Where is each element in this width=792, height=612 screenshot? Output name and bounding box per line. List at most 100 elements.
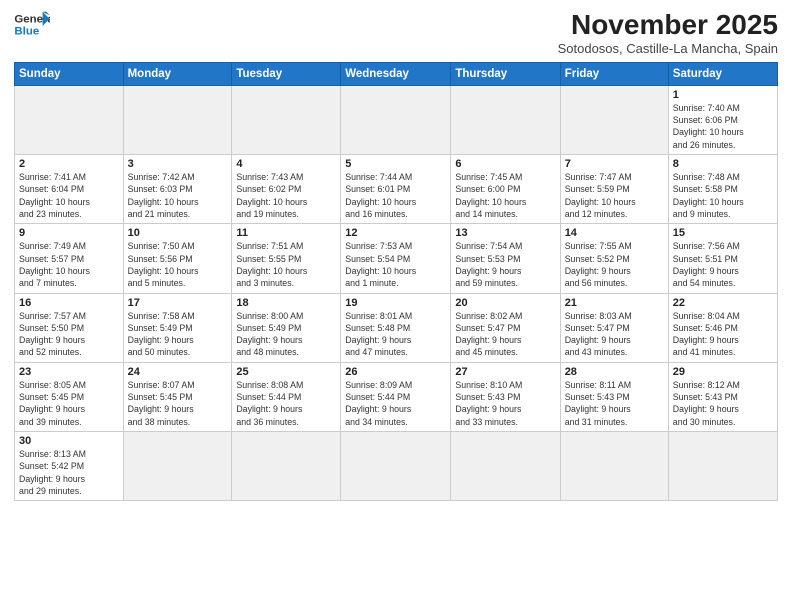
day-number: 11 (236, 227, 336, 239)
day-info: Sunrise: 7:54 AM Sunset: 5:53 PM Dayligh… (455, 240, 555, 289)
calendar-day-cell: 4Sunrise: 7:43 AM Sunset: 6:02 PM Daylig… (232, 155, 341, 224)
calendar-day-cell: 17Sunrise: 7:58 AM Sunset: 5:49 PM Dayli… (123, 293, 232, 362)
day-number: 14 (565, 227, 664, 239)
calendar-week-row: 1Sunrise: 7:40 AM Sunset: 6:06 PM Daylig… (15, 85, 778, 154)
day-info: Sunrise: 8:12 AM Sunset: 5:43 PM Dayligh… (673, 379, 773, 428)
day-number: 22 (673, 297, 773, 309)
calendar-day-cell (560, 432, 668, 501)
weekday-header-row: SundayMondayTuesdayWednesdayThursdayFrid… (15, 62, 778, 85)
calendar-day-cell: 14Sunrise: 7:55 AM Sunset: 5:52 PM Dayli… (560, 224, 668, 293)
calendar-day-cell: 27Sunrise: 8:10 AM Sunset: 5:43 PM Dayli… (451, 362, 560, 431)
calendar-day-cell: 10Sunrise: 7:50 AM Sunset: 5:56 PM Dayli… (123, 224, 232, 293)
calendar-day-cell (560, 85, 668, 154)
calendar-day-cell: 12Sunrise: 7:53 AM Sunset: 5:54 PM Dayli… (341, 224, 451, 293)
day-number: 16 (19, 297, 119, 309)
day-number: 9 (19, 227, 119, 239)
calendar-day-cell: 11Sunrise: 7:51 AM Sunset: 5:55 PM Dayli… (232, 224, 341, 293)
day-info: Sunrise: 7:43 AM Sunset: 6:02 PM Dayligh… (236, 171, 336, 220)
calendar-day-cell (341, 432, 451, 501)
day-info: Sunrise: 7:55 AM Sunset: 5:52 PM Dayligh… (565, 240, 664, 289)
day-info: Sunrise: 8:10 AM Sunset: 5:43 PM Dayligh… (455, 379, 555, 428)
day-number: 8 (673, 158, 773, 170)
day-number: 21 (565, 297, 664, 309)
calendar-day-cell (123, 85, 232, 154)
weekday-header-thursday: Thursday (451, 62, 560, 85)
calendar-day-cell: 29Sunrise: 8:12 AM Sunset: 5:43 PM Dayli… (668, 362, 777, 431)
day-number: 23 (19, 366, 119, 378)
day-info: Sunrise: 7:40 AM Sunset: 6:06 PM Dayligh… (673, 102, 773, 151)
calendar-day-cell: 28Sunrise: 8:11 AM Sunset: 5:43 PM Dayli… (560, 362, 668, 431)
day-info: Sunrise: 8:13 AM Sunset: 5:42 PM Dayligh… (19, 448, 119, 497)
calendar-day-cell: 6Sunrise: 7:45 AM Sunset: 6:00 PM Daylig… (451, 155, 560, 224)
day-info: Sunrise: 8:01 AM Sunset: 5:48 PM Dayligh… (345, 310, 446, 359)
day-info: Sunrise: 7:47 AM Sunset: 5:59 PM Dayligh… (565, 171, 664, 220)
calendar-day-cell: 5Sunrise: 7:44 AM Sunset: 6:01 PM Daylig… (341, 155, 451, 224)
calendar-week-row: 16Sunrise: 7:57 AM Sunset: 5:50 PM Dayli… (15, 293, 778, 362)
calendar-day-cell: 24Sunrise: 8:07 AM Sunset: 5:45 PM Dayli… (123, 362, 232, 431)
day-info: Sunrise: 7:51 AM Sunset: 5:55 PM Dayligh… (236, 240, 336, 289)
day-number: 30 (19, 435, 119, 447)
calendar-day-cell: 21Sunrise: 8:03 AM Sunset: 5:47 PM Dayli… (560, 293, 668, 362)
calendar-day-cell: 3Sunrise: 7:42 AM Sunset: 6:03 PM Daylig… (123, 155, 232, 224)
location-subtitle: Sotodosos, Castille-La Mancha, Spain (558, 41, 778, 56)
weekday-header-monday: Monday (123, 62, 232, 85)
day-number: 4 (236, 158, 336, 170)
calendar-day-cell: 15Sunrise: 7:56 AM Sunset: 5:51 PM Dayli… (668, 224, 777, 293)
calendar-day-cell (15, 85, 124, 154)
calendar-day-cell (123, 432, 232, 501)
day-info: Sunrise: 7:50 AM Sunset: 5:56 PM Dayligh… (128, 240, 228, 289)
day-info: Sunrise: 8:09 AM Sunset: 5:44 PM Dayligh… (345, 379, 446, 428)
calendar-day-cell (451, 85, 560, 154)
day-info: Sunrise: 7:41 AM Sunset: 6:04 PM Dayligh… (19, 171, 119, 220)
day-info: Sunrise: 7:42 AM Sunset: 6:03 PM Dayligh… (128, 171, 228, 220)
day-info: Sunrise: 8:08 AM Sunset: 5:44 PM Dayligh… (236, 379, 336, 428)
day-number: 17 (128, 297, 228, 309)
day-number: 27 (455, 366, 555, 378)
calendar-day-cell: 26Sunrise: 8:09 AM Sunset: 5:44 PM Dayli… (341, 362, 451, 431)
day-info: Sunrise: 7:48 AM Sunset: 5:58 PM Dayligh… (673, 171, 773, 220)
day-number: 18 (236, 297, 336, 309)
calendar-day-cell: 30Sunrise: 8:13 AM Sunset: 5:42 PM Dayli… (15, 432, 124, 501)
day-number: 29 (673, 366, 773, 378)
weekday-header-sunday: Sunday (15, 62, 124, 85)
calendar-day-cell: 19Sunrise: 8:01 AM Sunset: 5:48 PM Dayli… (341, 293, 451, 362)
calendar-week-row: 9Sunrise: 7:49 AM Sunset: 5:57 PM Daylig… (15, 224, 778, 293)
calendar-day-cell: 9Sunrise: 7:49 AM Sunset: 5:57 PM Daylig… (15, 224, 124, 293)
day-number: 24 (128, 366, 228, 378)
day-number: 20 (455, 297, 555, 309)
calendar-day-cell: 1Sunrise: 7:40 AM Sunset: 6:06 PM Daylig… (668, 85, 777, 154)
day-number: 1 (673, 89, 773, 101)
title-block: November 2025 Sotodosos, Castille-La Man… (558, 10, 778, 56)
day-number: 7 (565, 158, 664, 170)
day-number: 19 (345, 297, 446, 309)
calendar-day-cell: 18Sunrise: 8:00 AM Sunset: 5:49 PM Dayli… (232, 293, 341, 362)
weekday-header-friday: Friday (560, 62, 668, 85)
day-number: 12 (345, 227, 446, 239)
calendar-day-cell: 22Sunrise: 8:04 AM Sunset: 5:46 PM Dayli… (668, 293, 777, 362)
calendar-week-row: 23Sunrise: 8:05 AM Sunset: 5:45 PM Dayli… (15, 362, 778, 431)
day-number: 28 (565, 366, 664, 378)
weekday-header-wednesday: Wednesday (341, 62, 451, 85)
day-number: 6 (455, 158, 555, 170)
day-info: Sunrise: 8:11 AM Sunset: 5:43 PM Dayligh… (565, 379, 664, 428)
day-info: Sunrise: 8:00 AM Sunset: 5:49 PM Dayligh… (236, 310, 336, 359)
calendar-week-row: 30Sunrise: 8:13 AM Sunset: 5:42 PM Dayli… (15, 432, 778, 501)
day-info: Sunrise: 8:03 AM Sunset: 5:47 PM Dayligh… (565, 310, 664, 359)
calendar-day-cell (232, 432, 341, 501)
svg-text:Blue: Blue (14, 26, 39, 38)
calendar-day-cell: 23Sunrise: 8:05 AM Sunset: 5:45 PM Dayli… (15, 362, 124, 431)
calendar-day-cell (232, 85, 341, 154)
calendar-day-cell: 16Sunrise: 7:57 AM Sunset: 5:50 PM Dayli… (15, 293, 124, 362)
day-info: Sunrise: 7:44 AM Sunset: 6:01 PM Dayligh… (345, 171, 446, 220)
calendar-day-cell: 2Sunrise: 7:41 AM Sunset: 6:04 PM Daylig… (15, 155, 124, 224)
day-info: Sunrise: 8:07 AM Sunset: 5:45 PM Dayligh… (128, 379, 228, 428)
day-number: 13 (455, 227, 555, 239)
calendar-day-cell: 25Sunrise: 8:08 AM Sunset: 5:44 PM Dayli… (232, 362, 341, 431)
logo: General Blue (14, 10, 50, 40)
weekday-header-saturday: Saturday (668, 62, 777, 85)
day-number: 3 (128, 158, 228, 170)
day-info: Sunrise: 7:53 AM Sunset: 5:54 PM Dayligh… (345, 240, 446, 289)
day-number: 5 (345, 158, 446, 170)
day-info: Sunrise: 7:56 AM Sunset: 5:51 PM Dayligh… (673, 240, 773, 289)
day-number: 15 (673, 227, 773, 239)
